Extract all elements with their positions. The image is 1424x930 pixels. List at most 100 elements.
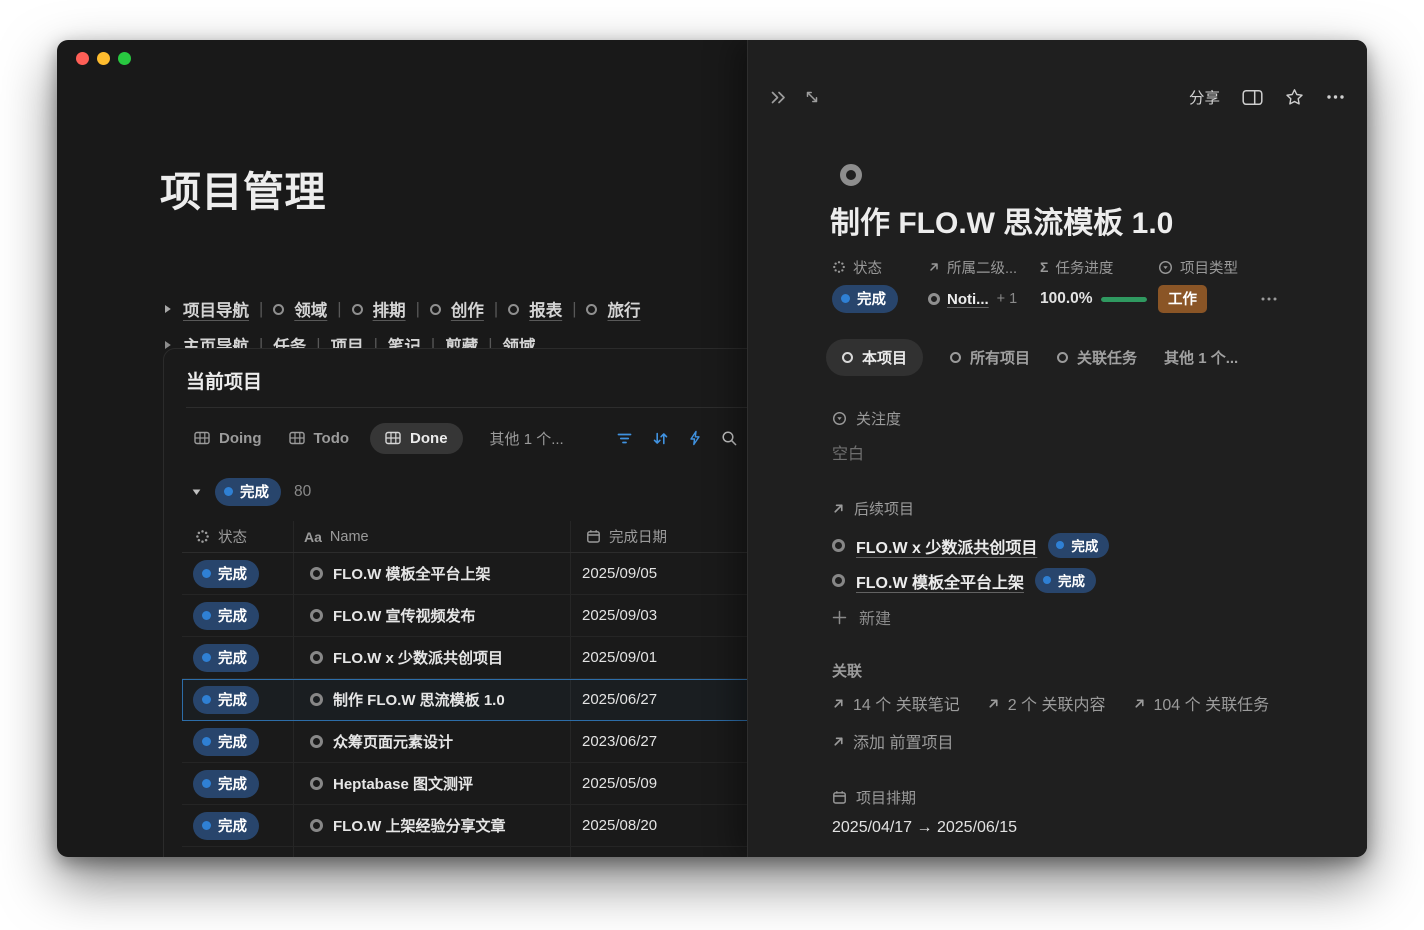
status-pill[interactable]: 完成	[193, 728, 259, 756]
relation-arrow-icon	[987, 697, 1000, 710]
minimize-window-button[interactable]	[97, 52, 110, 65]
calendar-icon	[586, 529, 601, 544]
property-progress: Σ 任务进度 100.0%	[1040, 257, 1147, 312]
followup-item[interactable]: FLO.W 模板全平台上架 完成	[832, 568, 1096, 593]
collapse-group-icon[interactable]	[191, 487, 202, 497]
table-view-icon	[289, 431, 305, 445]
view-tabs: Doing Todo Done 其他 1 个...	[194, 419, 564, 457]
tab-more[interactable]: 其他 1 个...	[1164, 347, 1238, 368]
row-name[interactable]: FLO.W 模板全平台上架	[333, 563, 491, 584]
property-status-label[interactable]: 状态	[832, 257, 898, 277]
page-ring-icon	[430, 304, 441, 315]
row-name[interactable]: FLO.W x 少数派共创项目	[333, 647, 503, 668]
relation-overflow-count[interactable]: + 1	[997, 291, 1018, 307]
nav-link-create[interactable]: 创作	[451, 297, 484, 321]
property-progress-value[interactable]: 100.0%	[1040, 286, 1147, 312]
followup-projects-label[interactable]: 后续项目	[832, 498, 914, 519]
row-name[interactable]: 众筹页面元素设计	[333, 731, 453, 752]
row-name[interactable]: FLO.W 宣传视频发布	[333, 605, 476, 626]
view-tab-doing[interactable]: Doing	[194, 430, 262, 447]
favorite-star-icon[interactable]	[1285, 88, 1304, 106]
followup-name[interactable]: FLO.W x 少数派共创项目	[856, 534, 1037, 558]
attention-property-value[interactable]: 空白	[832, 440, 864, 464]
zoom-window-button[interactable]	[118, 52, 131, 65]
more-views-button[interactable]: 其他 1 个...	[490, 428, 564, 449]
tab-ring-icon	[1057, 352, 1068, 363]
schedule-property-label[interactable]: 项目排期	[832, 787, 916, 808]
tab-all-projects[interactable]: 所有项目	[950, 347, 1030, 368]
close-window-button[interactable]	[76, 52, 89, 65]
property-status-value[interactable]: 完成	[832, 286, 898, 312]
relation-arrow-icon	[832, 697, 845, 710]
row-name[interactable]: Heptabase 图文测评	[333, 773, 473, 794]
tab-ring-icon	[842, 352, 853, 363]
panel-tabs: 本项目 所有项目 关联任务 其他 1 个...	[829, 339, 1238, 376]
relation-arrow-icon	[1133, 697, 1146, 710]
status-pill[interactable]: 完成	[193, 770, 259, 798]
status-pill[interactable]: 完成	[193, 560, 259, 588]
schedule-property-value[interactable]: 2025/04/17 → 2025/06/15	[832, 819, 1017, 837]
linked-content-link[interactable]: 2 个 关联内容	[987, 691, 1106, 715]
more-menu-icon[interactable]	[1326, 94, 1345, 100]
title-property-icon: Aa	[304, 529, 322, 545]
group-status-pill[interactable]: 完成	[215, 478, 281, 506]
tab-linked-tasks[interactable]: 关联任务	[1057, 347, 1137, 368]
linked-notes-link[interactable]: 14 个 关联笔记	[832, 691, 960, 715]
select-property-icon	[1158, 260, 1173, 275]
property-parent-value[interactable]: Noti... + 1	[928, 286, 1017, 312]
new-followup-button[interactable]: 新建	[832, 605, 891, 629]
nav-link-report[interactable]: 报表	[529, 297, 562, 321]
column-header-name[interactable]: Aa Name	[293, 529, 570, 545]
close-side-peek-icon[interactable]	[769, 90, 788, 105]
project-title[interactable]: 制作 FLO.W 思流模板 1.0	[830, 198, 1173, 242]
page-ring-icon	[310, 609, 323, 622]
automation-bolt-icon[interactable]	[688, 430, 702, 446]
status-pill[interactable]: 完成	[193, 812, 259, 840]
page-ring-icon	[310, 819, 323, 832]
linked-tasks-link[interactable]: 104 个 关联任务	[1133, 691, 1270, 715]
column-header-label: Name	[330, 529, 369, 545]
page-ring-icon	[310, 693, 323, 706]
followup-name[interactable]: FLO.W 模板全平台上架	[856, 569, 1024, 593]
property-parent-label[interactable]: 所属二级...	[928, 257, 1017, 277]
view-tab-label: Todo	[314, 430, 350, 447]
view-tab-done[interactable]: Done	[370, 423, 463, 454]
nav-link-schedule[interactable]: 排期	[373, 297, 406, 321]
row-name[interactable]: FLO.W 上架经验分享文章	[333, 815, 506, 836]
attention-property-label[interactable]: 关注度	[832, 408, 901, 429]
share-button[interactable]: 分享	[1189, 86, 1220, 108]
followup-item[interactable]: FLO.W x 少数派共创项目 完成	[832, 533, 1109, 558]
add-predecessor-row: 添加 前置项目	[832, 729, 953, 753]
nav-link-project-nav[interactable]: 项目导航	[183, 297, 249, 321]
plus-icon	[832, 610, 847, 625]
calendar-icon	[832, 790, 847, 805]
expand-page-icon[interactable]	[804, 89, 820, 105]
status-pill[interactable]: 完成	[193, 686, 259, 714]
nav-link-travel[interactable]: 旅行	[607, 297, 640, 321]
property-progress-label[interactable]: Σ 任务进度	[1040, 257, 1147, 277]
status-pill[interactable]: 完成	[193, 644, 259, 672]
view-tab-todo[interactable]: Todo	[289, 430, 350, 447]
project-page-icon[interactable]	[840, 164, 862, 186]
column-header-status[interactable]: 状态	[182, 526, 293, 547]
property-type-label[interactable]: 项目类型	[1158, 257, 1238, 277]
row-name[interactable]: 制作 FLO.W 思流模板 1.0	[333, 689, 505, 710]
toggle-right-icon[interactable]	[162, 303, 173, 315]
filter-icon[interactable]	[616, 431, 633, 446]
window-controls	[76, 52, 131, 65]
status-pill[interactable]: 完成	[193, 602, 259, 630]
view-tab-label: Doing	[219, 430, 262, 447]
sort-icon[interactable]	[652, 431, 669, 446]
search-icon[interactable]	[721, 430, 738, 447]
more-properties-icon[interactable]	[1260, 289, 1278, 307]
tab-this-project[interactable]: 本项目	[826, 339, 923, 376]
property-type-value[interactable]: 工作	[1158, 286, 1238, 312]
column-header-label: 状态	[218, 526, 247, 547]
side-peek-layout-icon[interactable]	[1242, 89, 1263, 106]
status-pill: 完成	[1048, 533, 1109, 558]
add-predecessor-link[interactable]: 添加 前置项目	[832, 729, 953, 753]
app-window: 项目管理 项目导航 | 领域 | 排期 | 创作 | 报表 | 旅行 主页导航 …	[57, 40, 1367, 857]
nav-link-domain[interactable]: 领域	[294, 297, 327, 321]
table-view-icon	[194, 431, 210, 445]
rollup-sigma-icon: Σ	[1040, 259, 1048, 275]
